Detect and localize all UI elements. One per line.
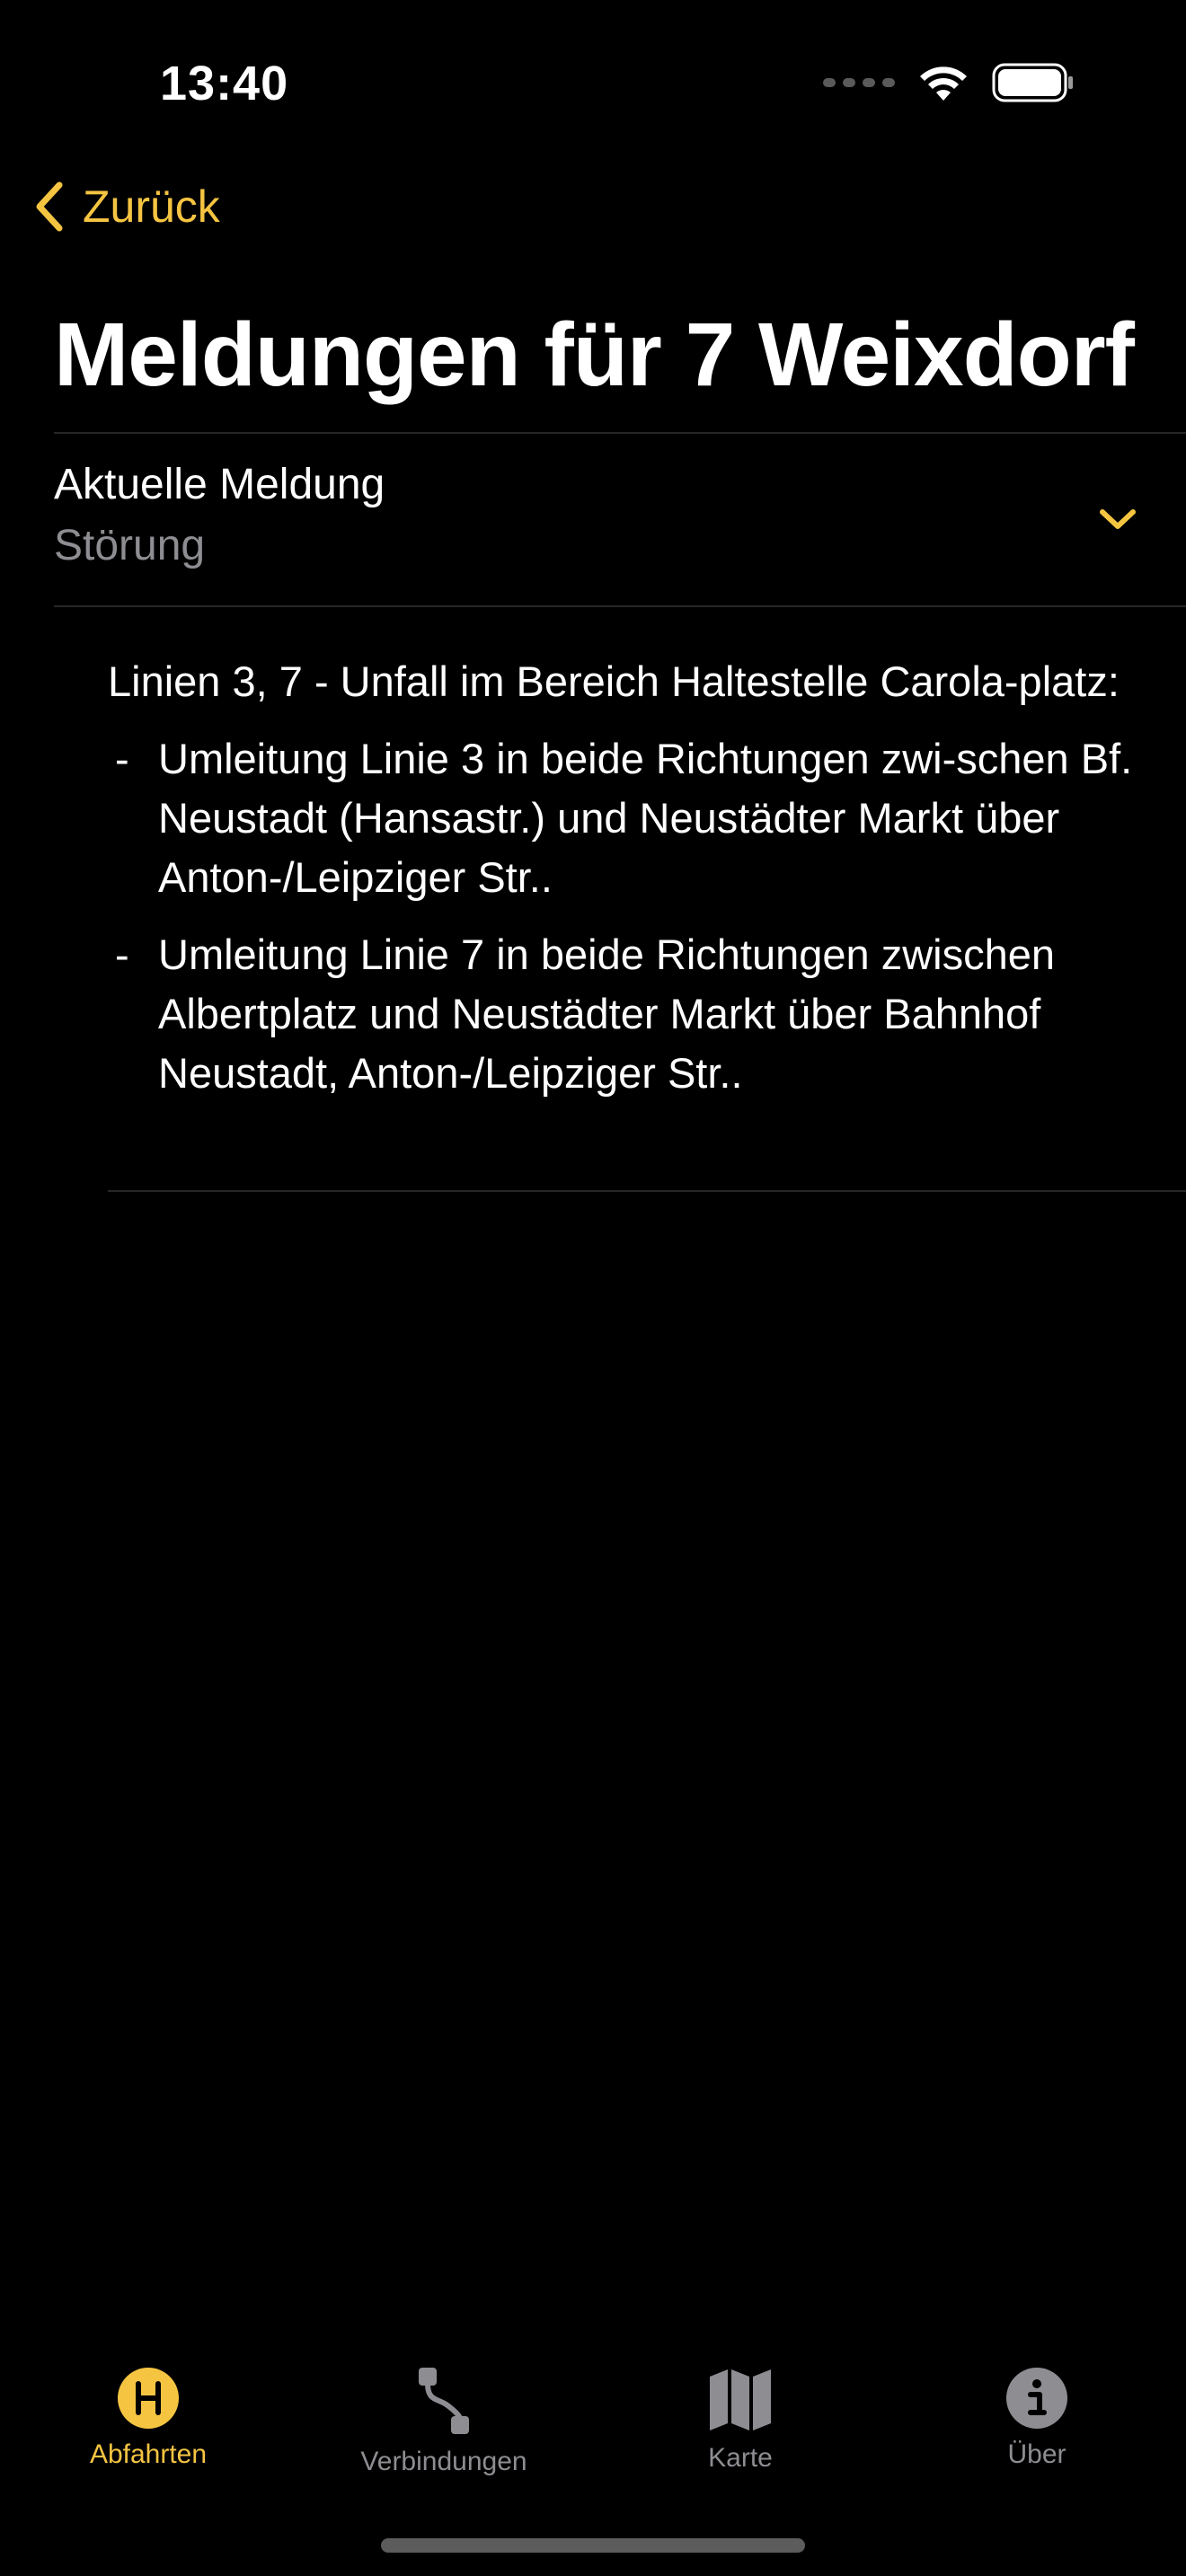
list-item-text: Umleitung Linie 7 in beide Richtungen zw… bbox=[158, 931, 1056, 1097]
page-title: Meldungen für 7 Weixdorf bbox=[54, 304, 1135, 405]
divider bbox=[54, 432, 1186, 434]
back-button-label: Zurück bbox=[83, 181, 220, 232]
haltestelle-h-icon bbox=[118, 2368, 179, 2429]
list-dash: - bbox=[115, 735, 129, 782]
disclosure-title: Aktuelle Meldung bbox=[54, 461, 385, 508]
tab-bar: Abfahrten Verbindungen Karte Über bbox=[0, 2344, 1186, 2488]
tab-label: Über bbox=[1007, 2439, 1067, 2469]
tab-ueber[interactable]: Über bbox=[902, 2366, 1172, 2492]
tab-label: Verbindungen bbox=[360, 2447, 527, 2476]
disclosure-subtitle: Störung bbox=[54, 522, 206, 569]
message-body: Linien 3, 7 - Unfall im Bereich Halteste… bbox=[108, 652, 1141, 1121]
message-intro: Linien 3, 7 - Unfall im Bereich Halteste… bbox=[108, 657, 1120, 705]
status-time: 13:40 bbox=[160, 57, 289, 110]
list-item: - Umleitung Linie 7 in beide Richtungen … bbox=[108, 925, 1141, 1103]
tab-label: Abfahrten bbox=[89, 2439, 208, 2469]
wifi-icon bbox=[920, 66, 967, 101]
list-item: - Umleitung Linie 3 in beide Richtungen … bbox=[108, 729, 1141, 907]
divider bbox=[108, 1190, 1186, 1192]
tab-verbindungen[interactable]: Verbindungen bbox=[309, 2366, 579, 2492]
back-button[interactable]: Zurück bbox=[32, 180, 220, 234]
home-indicator[interactable] bbox=[381, 2538, 805, 2553]
cellular-signal-icon bbox=[823, 78, 895, 87]
map-icon bbox=[710, 2369, 771, 2430]
screen: 13:40 Zurück Meldungen für 7 Weixdorf Ak… bbox=[0, 0, 1186, 2576]
battery-icon bbox=[992, 63, 1073, 102]
tab-label: Karte bbox=[708, 2443, 773, 2473]
status-bar: 13:40 bbox=[0, 0, 1186, 171]
status-indicators bbox=[823, 63, 1075, 102]
list-dash: - bbox=[115, 931, 129, 978]
chevron-down-icon bbox=[1100, 509, 1136, 529]
tab-abfahrten[interactable]: Abfahrten bbox=[13, 2366, 283, 2492]
info-icon bbox=[1006, 2368, 1067, 2429]
current-message-disclosure[interactable]: Aktuelle Meldung Störung bbox=[54, 435, 1186, 605]
tab-karte[interactable]: Karte bbox=[606, 2366, 875, 2492]
message-list: - Umleitung Linie 3 in beide Richtungen … bbox=[108, 729, 1141, 1103]
chevron-left-icon bbox=[36, 181, 63, 232]
divider bbox=[54, 605, 1186, 607]
list-item-text: Umleitung Linie 3 in beide Richtungen zw… bbox=[158, 735, 1133, 901]
route-icon bbox=[419, 2368, 469, 2434]
